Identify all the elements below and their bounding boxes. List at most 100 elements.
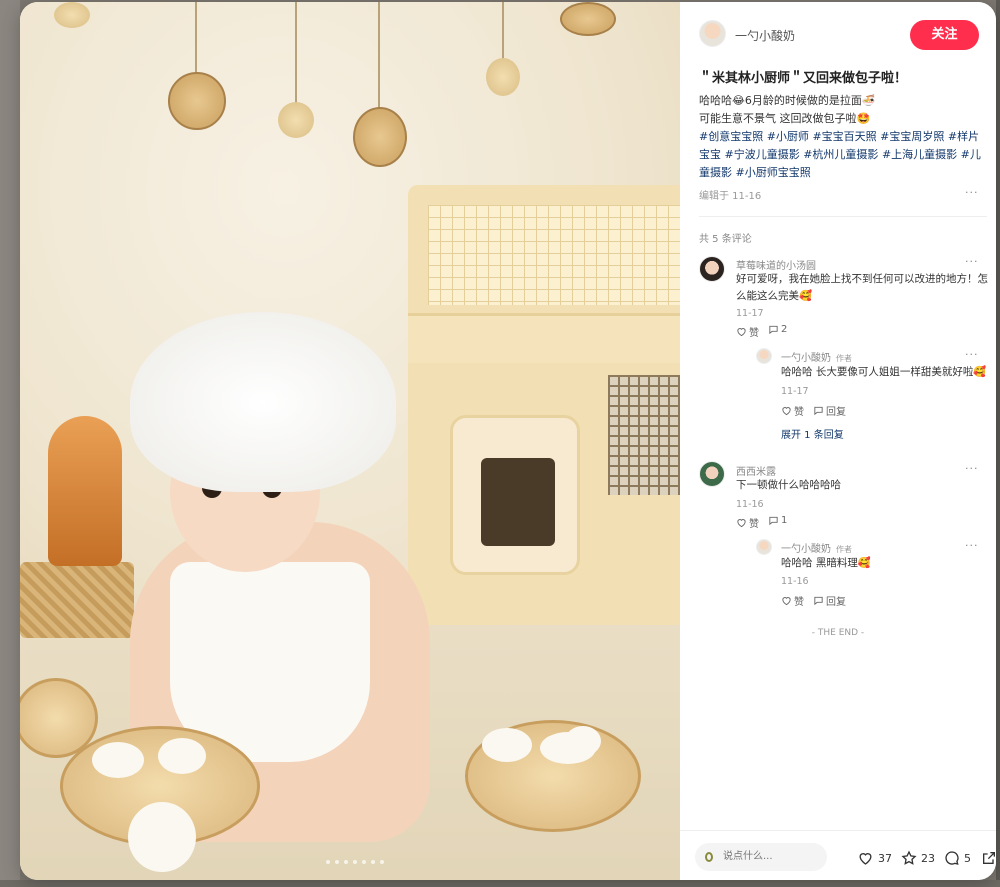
kitchen-tile-wall [428,205,680,305]
heart-icon [782,597,791,606]
share-button[interactable] [981,850,996,866]
reply-count: 1 [781,515,788,526]
more-icon[interactable]: ··· [965,539,979,552]
pencil-icon [704,851,714,863]
hanging-ball [54,2,90,28]
author-avatar[interactable] [699,20,726,47]
replier-avatar[interactable] [756,539,772,555]
background-bottom [0,880,1000,887]
more-icon[interactable]: ··· [965,186,979,199]
replier-avatar[interactable] [756,348,772,364]
note-tag[interactable]: #创意宝宝照 [699,130,763,143]
kitchen-oven [450,415,580,575]
note-tag[interactable]: #杭州儿童摄影 [803,148,878,161]
background-left [0,0,20,887]
chat-icon [769,325,778,335]
photo-rope [195,2,197,77]
note-body-line: 可能生意不景气 这回改做包子啦🤩 [699,112,871,125]
reply-count-button[interactable]: 1 [768,515,787,526]
author-tag: 作者 [836,354,852,363]
like-button[interactable]: 赞 [781,593,804,608]
like-label: 赞 [749,328,759,339]
author-tag: 作者 [836,545,852,554]
comment-date: 11-17 [736,308,764,319]
steamed-bun [92,742,144,778]
comment-input[interactable] [695,843,827,871]
reply-text: 哈哈哈 长大要像可人姐姐一样甜美就好啦🥰 [781,366,987,378]
like-button[interactable]: 赞 [736,515,759,530]
edited-date: 编辑于 11-16 [699,191,762,202]
chat-icon [945,851,959,865]
heart-icon [737,328,746,337]
bottom-action-bar: 37 23 5 [680,830,996,880]
chat-icon [814,406,823,416]
carousel-dot[interactable] [362,860,366,864]
star-count-button[interactable]: 23 [901,850,935,866]
commenter-avatar[interactable] [699,256,725,282]
note-title: ＂米其林小厨师＂又回来做包子啦！ [699,71,908,86]
note-tag[interactable]: #宝宝周岁照 [880,130,944,143]
replier-name-text[interactable]: 一勺小酸奶 [781,544,831,555]
note-tag[interactable]: #上海儿童摄影 [882,148,957,161]
photo-rope [378,2,380,112]
hanging-plate [168,72,226,130]
carousel-dots[interactable] [326,860,384,864]
note-detail-panel: 一勺小酸奶 关注 ＂米其林小厨师＂又回来做包子啦！ 哈哈哈😂6月龄的时候做的是拉… [680,2,996,880]
expand-replies-link[interactable]: 展开 1 条回复 [781,426,844,441]
carousel-dot[interactable] [344,860,348,864]
like-button[interactable]: 赞 [736,324,759,339]
replier-name-text[interactable]: 一勺小酸奶 [781,353,831,364]
comment-text: 好可爱呀，我在她脸上找不到任何可以改进的地方！怎 [736,273,988,285]
comment-count-button[interactable]: 5 [944,850,971,866]
like-count-button[interactable]: 37 [857,850,892,866]
photo-rope [295,2,297,107]
note-tag[interactable]: #宝宝百天照 [812,130,876,143]
carousel-dot[interactable] [380,860,384,864]
note-body-line: 哈哈哈😂6月龄的时候做的是拉面🍜 [699,94,876,107]
hanging-plate [560,2,616,36]
reply-label: 回复 [826,407,846,418]
carousel-dot[interactable] [326,860,330,864]
star-icon [901,850,917,865]
reply-button[interactable]: 回复 [813,593,846,608]
carousel-dot[interactable] [353,860,357,864]
chat-icon [769,516,778,526]
note-body: 哈哈哈😂6月龄的时候做的是拉面🍜 可能生意不景气 这回改做包子啦🤩 #创意宝宝照… [699,92,987,182]
more-icon[interactable]: ··· [965,255,979,268]
hanging-plate [353,107,407,167]
reply-date: 11-17 [781,386,809,397]
like-label: 赞 [794,597,804,608]
like-button[interactable]: 赞 [781,403,804,418]
steamed-bun [158,738,206,774]
commenter-name[interactable]: 草莓味道的小汤圆 [736,257,816,272]
commenter-avatar[interactable] [699,461,725,487]
note-tag[interactable]: #小厨师 [767,130,809,143]
background-right [996,0,1000,887]
carousel-dot[interactable] [371,860,375,864]
carousel-dot[interactable] [335,860,339,864]
follow-button[interactable]: 关注 [910,20,979,50]
kitchen-cloth [608,375,680,495]
replier-name[interactable]: 一勺小酸奶 作者 [781,349,852,364]
bread-loaf [48,416,122,566]
author-name[interactable]: 一勺小酸奶 [735,27,795,44]
note-detail-modal: 一勺小酸奶 关注 ＂米其林小厨师＂又回来做包子啦！ 哈哈哈😂6月龄的时候做的是拉… [20,2,996,880]
more-icon[interactable]: ··· [965,348,979,361]
share-icon [983,852,995,864]
comment-text: 下一顿做什么哈哈哈哈 [736,479,841,491]
comment-count-value: 5 [964,851,971,865]
note-photo[interactable] [20,2,680,880]
note-tag[interactable]: #宁波儿童摄影 [725,148,800,161]
commenter-name[interactable]: 西西米露 [736,463,776,478]
replier-name[interactable]: 一勺小酸奶 作者 [781,540,852,555]
like-label: 赞 [794,407,804,418]
reply-button[interactable]: 回复 [813,403,846,418]
comment-count: 共 5 条评论 [699,234,752,245]
like-count: 37 [878,851,892,865]
like-label: 赞 [749,519,759,530]
more-icon[interactable]: ··· [965,462,979,475]
comment-text: 么能这么完美🥰 [736,290,813,302]
note-tag[interactable]: #小厨师宝宝照 [736,166,811,179]
heart-icon [737,519,746,528]
reply-count-button[interactable]: 2 [768,324,787,335]
